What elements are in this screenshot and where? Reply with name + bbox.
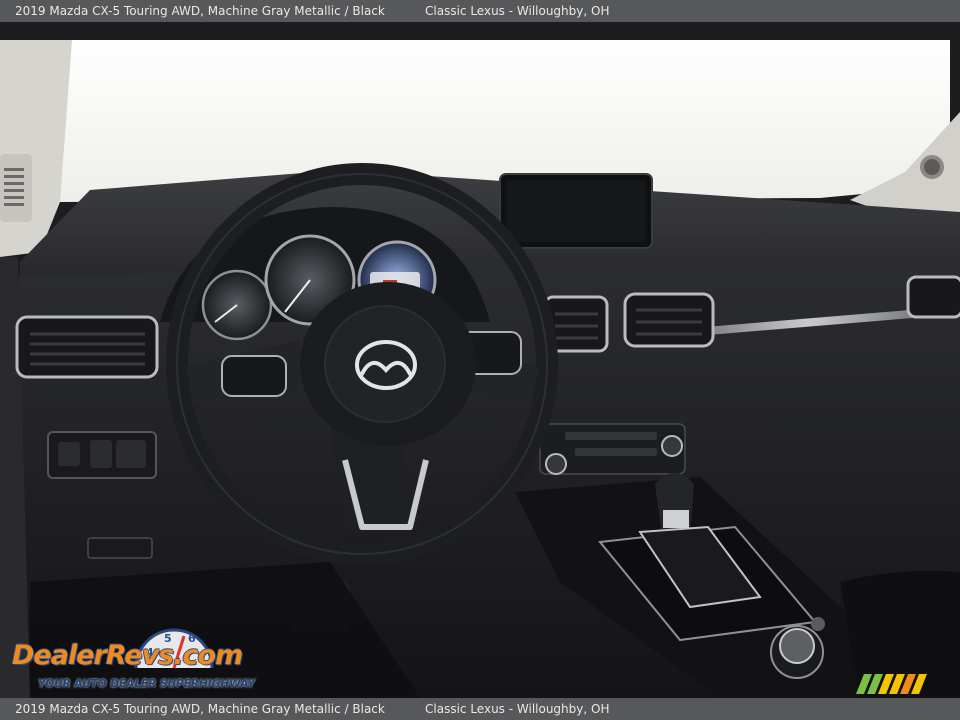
dealerrevs-watermark: 4 5 6 DealerRevs.com YOUR AUTO DEALER SU… xyxy=(10,622,270,694)
watermark-brand: DealerRevs.com xyxy=(12,640,243,671)
vehicle-interior-photo xyxy=(0,22,960,698)
speed-stripes-icon xyxy=(856,674,927,694)
watermark-tagline: YOUR AUTO DEALER SUPERHIGHWAY xyxy=(38,678,255,690)
dealer-caption-bottom: Classic Lexus - Willoughby, OH xyxy=(425,702,610,716)
top-caption-bar: 2019 Mazda CX-5 Touring AWD, Machine Gra… xyxy=(0,0,960,22)
vehicle-caption: 2019 Mazda CX-5 Touring AWD, Machine Gra… xyxy=(15,4,385,18)
dealer-caption: Classic Lexus - Willoughby, OH xyxy=(425,4,610,18)
bottom-caption-bar: 2019 Mazda CX-5 Touring AWD, Machine Gra… xyxy=(0,698,960,720)
vehicle-caption-bottom: 2019 Mazda CX-5 Touring AWD, Machine Gra… xyxy=(15,702,385,716)
